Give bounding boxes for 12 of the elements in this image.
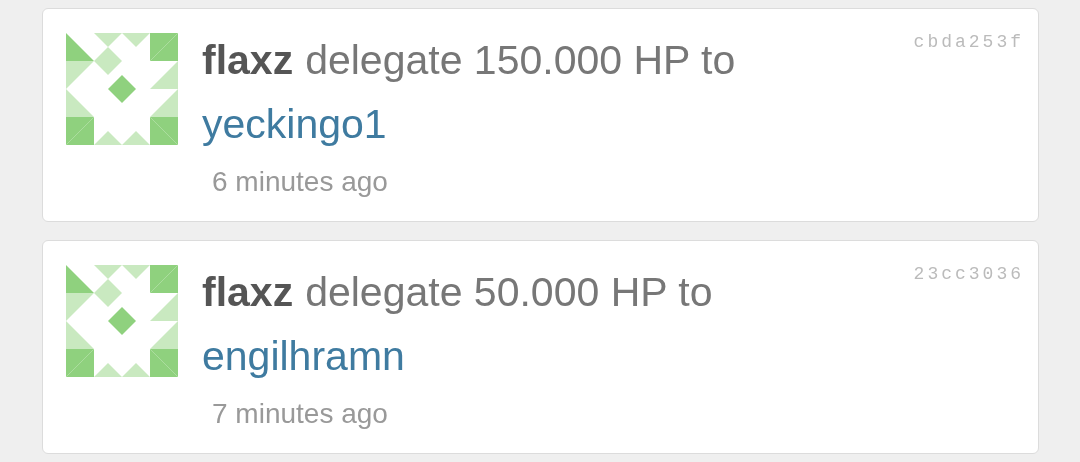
transaction-hash: cbda253f	[913, 31, 1024, 54]
username-link[interactable]: flaxz	[202, 35, 294, 85]
avatar-icon	[66, 265, 178, 377]
action-text: delegate 150.000 HP to	[305, 36, 736, 85]
username-link[interactable]: flaxz	[202, 267, 294, 317]
timestamp: 7 minutes ago	[212, 397, 388, 431]
target-link[interactable]: yeckingo1	[202, 99, 387, 149]
avatar-icon	[66, 33, 178, 145]
transaction-hash: 23cc3036	[913, 263, 1024, 286]
action-text: delegate 50.000 HP to	[305, 268, 713, 317]
target-link[interactable]: engilhramn	[202, 331, 405, 381]
timestamp: 6 minutes ago	[212, 165, 388, 199]
